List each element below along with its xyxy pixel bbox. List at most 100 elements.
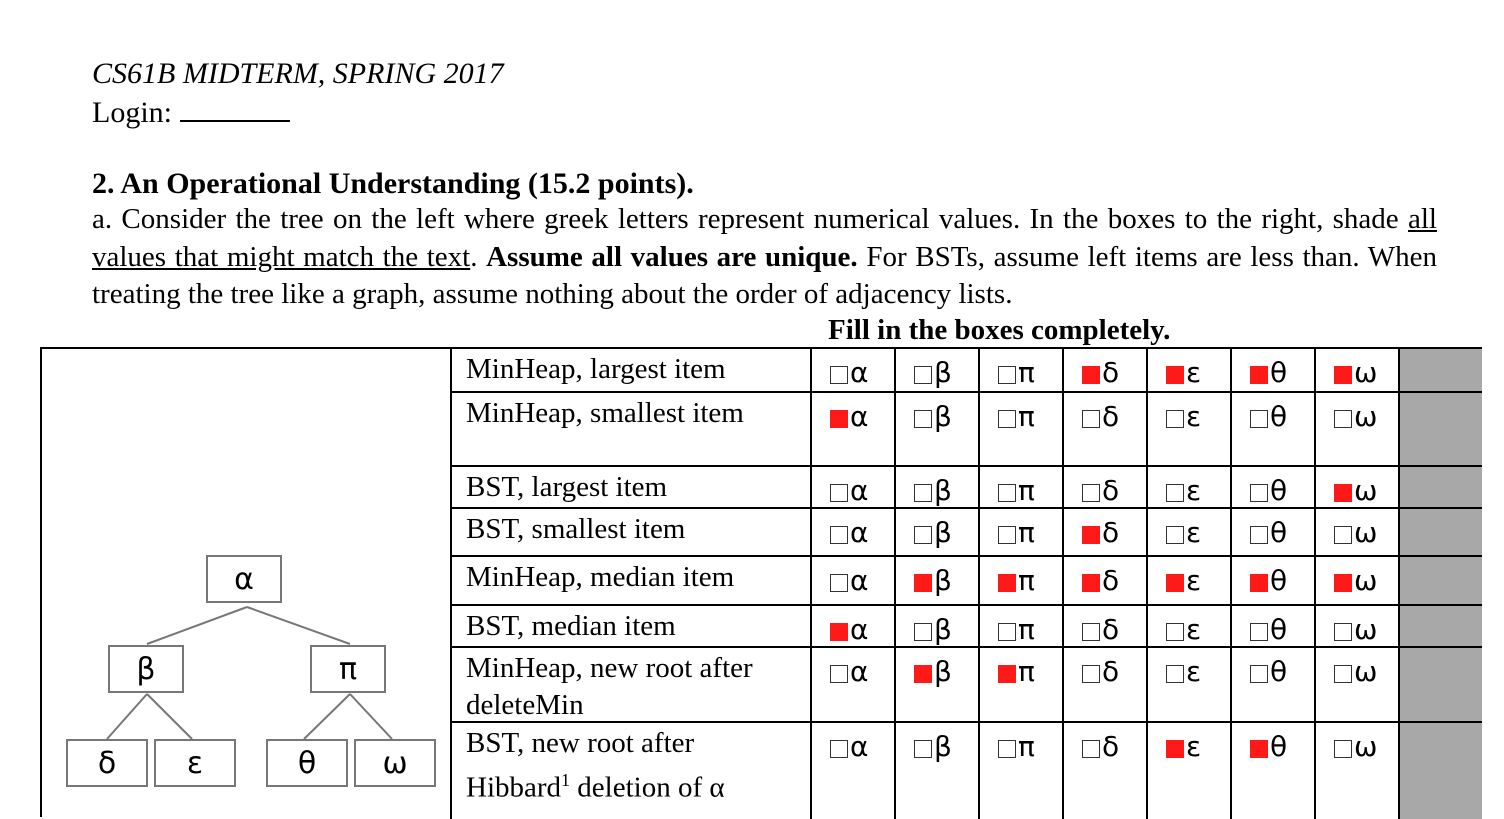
choice-cell[interactable]: β xyxy=(894,606,978,646)
shaded-checkbox[interactable] xyxy=(914,665,932,683)
choice-cell[interactable]: α xyxy=(810,606,894,646)
shaded-checkbox[interactable] xyxy=(830,410,848,428)
empty-checkbox[interactable] xyxy=(1250,665,1268,683)
choice-cell[interactable]: π xyxy=(978,349,1062,391)
choice-cell[interactable]: π xyxy=(978,393,1062,465)
empty-checkbox[interactable] xyxy=(1166,484,1184,502)
empty-checkbox[interactable] xyxy=(998,410,1016,428)
choice-cell[interactable]: θ xyxy=(1230,509,1314,555)
shaded-checkbox[interactable] xyxy=(1166,574,1184,592)
empty-checkbox[interactable] xyxy=(1334,526,1352,544)
choice-cell[interactable]: ε xyxy=(1146,606,1230,646)
empty-checkbox[interactable] xyxy=(830,574,848,592)
choice-cell[interactable]: ω xyxy=(1314,648,1398,721)
choice-cell[interactable]: ω xyxy=(1314,557,1398,604)
empty-checkbox[interactable] xyxy=(1250,484,1268,502)
choice-cell[interactable]: ε xyxy=(1146,723,1230,819)
empty-checkbox[interactable] xyxy=(1166,410,1184,428)
empty-checkbox[interactable] xyxy=(1250,526,1268,544)
empty-checkbox[interactable] xyxy=(830,366,848,384)
empty-checkbox[interactable] xyxy=(914,484,932,502)
choice-cell[interactable]: β xyxy=(894,349,978,391)
choice-cell[interactable]: ω xyxy=(1314,467,1398,507)
choice-cell[interactable]: θ xyxy=(1230,606,1314,646)
shaded-checkbox[interactable] xyxy=(1250,366,1268,384)
shaded-checkbox[interactable] xyxy=(1250,740,1268,758)
choice-cell[interactable]: ε xyxy=(1146,509,1230,555)
empty-checkbox[interactable] xyxy=(1082,623,1100,641)
choice-cell[interactable]: ε xyxy=(1146,557,1230,604)
shaded-checkbox[interactable] xyxy=(1082,366,1100,384)
choice-cell[interactable]: π xyxy=(978,723,1062,819)
shaded-checkbox[interactable] xyxy=(1250,574,1268,592)
choice-cell[interactable]: ω xyxy=(1314,393,1398,465)
choice-cell[interactable]: π xyxy=(978,606,1062,646)
empty-checkbox[interactable] xyxy=(914,740,932,758)
choice-cell[interactable]: α xyxy=(810,723,894,819)
choice-cell[interactable]: α xyxy=(810,509,894,555)
empty-checkbox[interactable] xyxy=(998,526,1016,544)
choice-cell[interactable]: ω xyxy=(1314,509,1398,555)
empty-checkbox[interactable] xyxy=(1166,526,1184,544)
shaded-checkbox[interactable] xyxy=(998,574,1016,592)
empty-checkbox[interactable] xyxy=(1334,623,1352,641)
choice-cell[interactable]: α xyxy=(810,349,894,391)
shaded-checkbox[interactable] xyxy=(1082,526,1100,544)
empty-checkbox[interactable] xyxy=(914,410,932,428)
empty-checkbox[interactable] xyxy=(1250,623,1268,641)
choice-cell[interactable]: δ xyxy=(1062,606,1146,646)
choice-cell[interactable]: β xyxy=(894,467,978,507)
empty-checkbox[interactable] xyxy=(1082,484,1100,502)
empty-checkbox[interactable] xyxy=(914,623,932,641)
empty-checkbox[interactable] xyxy=(998,484,1016,502)
choice-cell[interactable]: α xyxy=(810,393,894,465)
choice-cell[interactable]: ω xyxy=(1314,723,1398,819)
choice-cell[interactable]: α xyxy=(810,648,894,721)
choice-cell[interactable]: δ xyxy=(1062,509,1146,555)
choice-cell[interactable]: β xyxy=(894,648,978,721)
shaded-checkbox[interactable] xyxy=(1334,574,1352,592)
empty-checkbox[interactable] xyxy=(830,665,848,683)
empty-checkbox[interactable] xyxy=(830,740,848,758)
login-blank[interactable] xyxy=(180,94,290,122)
choice-cell[interactable]: π xyxy=(978,509,1062,555)
choice-cell[interactable]: ω xyxy=(1314,349,1398,391)
shaded-checkbox[interactable] xyxy=(1082,574,1100,592)
choice-cell[interactable]: δ xyxy=(1062,393,1146,465)
choice-cell[interactable]: β xyxy=(894,723,978,819)
shaded-checkbox[interactable] xyxy=(1166,366,1184,384)
shaded-checkbox[interactable] xyxy=(914,574,932,592)
choice-cell[interactable]: θ xyxy=(1230,723,1314,819)
choice-cell[interactable]: ω xyxy=(1314,606,1398,646)
empty-checkbox[interactable] xyxy=(914,526,932,544)
choice-cell[interactable]: δ xyxy=(1062,723,1146,819)
empty-checkbox[interactable] xyxy=(1166,665,1184,683)
empty-checkbox[interactable] xyxy=(1334,410,1352,428)
empty-checkbox[interactable] xyxy=(998,366,1016,384)
choice-cell[interactable]: β xyxy=(894,393,978,465)
choice-cell[interactable]: θ xyxy=(1230,393,1314,465)
choice-cell[interactable]: θ xyxy=(1230,557,1314,604)
choice-cell[interactable]: π xyxy=(978,648,1062,721)
empty-checkbox[interactable] xyxy=(830,526,848,544)
choice-cell[interactable]: β xyxy=(894,557,978,604)
empty-checkbox[interactable] xyxy=(914,366,932,384)
choice-cell[interactable]: θ xyxy=(1230,349,1314,391)
shaded-checkbox[interactable] xyxy=(1334,366,1352,384)
empty-checkbox[interactable] xyxy=(1166,623,1184,641)
choice-cell[interactable]: ε xyxy=(1146,648,1230,721)
choice-cell[interactable]: ε xyxy=(1146,349,1230,391)
choice-cell[interactable]: θ xyxy=(1230,467,1314,507)
choice-cell[interactable]: ε xyxy=(1146,467,1230,507)
empty-checkbox[interactable] xyxy=(1082,740,1100,758)
choice-cell[interactable]: θ xyxy=(1230,648,1314,721)
choice-cell[interactable]: δ xyxy=(1062,467,1146,507)
shaded-checkbox[interactable] xyxy=(830,623,848,641)
empty-checkbox[interactable] xyxy=(1082,410,1100,428)
empty-checkbox[interactable] xyxy=(1334,740,1352,758)
choice-cell[interactable]: β xyxy=(894,509,978,555)
choice-cell[interactable]: α xyxy=(810,557,894,604)
empty-checkbox[interactable] xyxy=(998,740,1016,758)
shaded-checkbox[interactable] xyxy=(1166,740,1184,758)
empty-checkbox[interactable] xyxy=(830,484,848,502)
